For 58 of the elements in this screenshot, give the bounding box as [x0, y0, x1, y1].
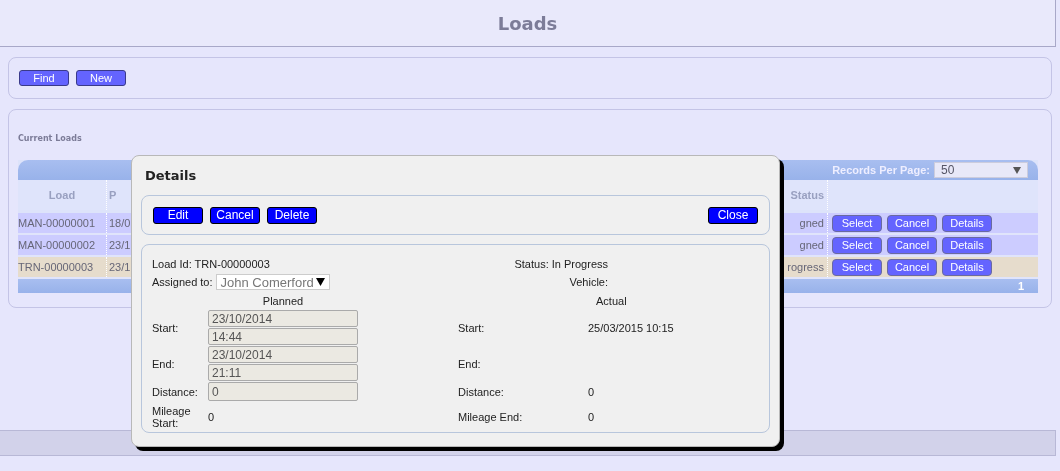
- column-header: Status: [789, 189, 825, 201]
- column-header: P: [108, 189, 118, 201]
- status-text: Status: In Progress: [514, 258, 608, 270]
- table-cell-text: 18/0: [108, 217, 132, 229]
- toolbar-button[interactable]: Find: [19, 70, 69, 86]
- field-value: 0: [588, 385, 596, 398]
- input-field[interactable]: 21:11: [208, 364, 358, 381]
- field-value: 25/03/2015 10:15: [588, 321, 675, 334]
- row-action-button[interactable]: Select: [832, 236, 882, 254]
- input-field[interactable]: 23/10/2014: [208, 310, 358, 327]
- dialog-button[interactable]: Cancel: [210, 206, 260, 224]
- column-header: Load: [18, 180, 107, 210]
- row-action-button[interactable]: Details: [942, 236, 992, 254]
- field-label: End:: [152, 357, 176, 370]
- page-title: Loads: [497, 12, 558, 34]
- field-label: Distance:: [152, 385, 199, 398]
- table-cell-text: rogress: [786, 261, 825, 273]
- column-heading: Actual: [595, 294, 628, 307]
- toolbar-button[interactable]: New: [76, 70, 126, 86]
- column-heading: Planned: [261, 294, 305, 307]
- row-action-button[interactable]: Select: [832, 258, 882, 276]
- records-per-page-select[interactable]: 50: [934, 162, 1028, 178]
- section-title: Current Loads: [18, 134, 83, 143]
- dialog-button[interactable]: Edit: [153, 206, 203, 224]
- dropdown-arrow-icon: [315, 278, 325, 286]
- records-per-page-label: Records Per Page:: [832, 164, 930, 176]
- input-field[interactable]: 14:44: [208, 328, 358, 345]
- input-field[interactable]: 0: [208, 382, 358, 401]
- table-cell: MAN-00000002: [18, 235, 107, 255]
- table-cell: MAN-00000001: [18, 213, 107, 233]
- row-action-button[interactable]: Details: [942, 258, 992, 276]
- dialog-button[interactable]: Delete: [267, 206, 317, 224]
- row-action-button[interactable]: Select: [832, 214, 882, 232]
- row-action-button[interactable]: Cancel: [887, 214, 937, 232]
- field-label: Distance:: [458, 385, 505, 398]
- row-action-button[interactable]: Details: [942, 214, 992, 232]
- row-action-button[interactable]: Cancel: [887, 258, 937, 276]
- table-cell-text: 23/1: [108, 261, 132, 273]
- load-id-text: Load Id: TRN-00000003: [152, 258, 270, 270]
- dialog-title: Details: [145, 168, 198, 183]
- row-action-button[interactable]: Cancel: [887, 236, 937, 254]
- vehicle-label: Vehicle:: [569, 276, 608, 288]
- table-cell: TRN-00000003: [18, 257, 107, 277]
- table-cell-text: gned: [798, 217, 825, 229]
- dropdown-arrow-icon: [1013, 166, 1021, 174]
- field-label: Mileage Start:: [152, 405, 192, 429]
- field-value: 0: [588, 411, 596, 423]
- input-field[interactable]: 23/10/2014: [208, 346, 358, 363]
- field-value: 0: [208, 411, 216, 423]
- close-button[interactable]: Close: [708, 206, 758, 224]
- field-label: Start:: [152, 321, 180, 334]
- table-cell-text: 23/1: [108, 239, 132, 251]
- field-label: Mileage End:: [458, 411, 524, 423]
- field-label: Start:: [458, 321, 486, 334]
- assigned-select[interactable]: John Comerford: [215, 274, 330, 290]
- table-cell-text: gned: [798, 239, 825, 251]
- assigned-label: Assigned to:: [152, 276, 213, 288]
- field-label: End:: [458, 357, 482, 370]
